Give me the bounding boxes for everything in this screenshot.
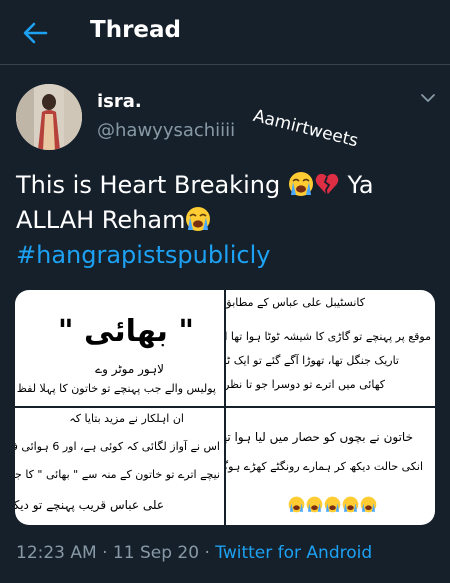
tweet-date[interactable]: 11 Sep 20 [113,543,199,563]
chevron-down-icon[interactable] [420,92,436,104]
media-image-4[interactable]: خاتون نے بچوں کو حصار میں لیا ہوا تھا ان… [226,408,435,525]
loudly-crying-face-emoji [306,496,323,513]
image4-line1: خاتون نے بچوں کو حصار میں لیا ہوا تھا [226,430,413,444]
image2-line1: کانسٹیبل علی عباس کے مطابق [226,296,365,309]
tweet-time[interactable]: 12:23 AM [16,543,97,563]
loudly-crying-face-emoji [186,207,211,231]
user-handle[interactable]: @hawyysachiiii [97,120,235,141]
media-image-3[interactable]: ان اہلکار نے مزید بتایا کہ اس نے آواز لگ… [15,408,224,525]
meta-separator: · [102,543,108,563]
tweet-line1-tail: Ya [347,171,374,199]
back-arrow-icon[interactable] [20,18,50,48]
client-app-link[interactable]: Twitter for Android [215,543,372,563]
image2-line2: موقع پر پہنچے تو گاڑی کا شیشہ ٹوٹا ہوا ت… [226,330,431,343]
broken-heart-emoji [315,173,339,196]
image3-line2: اس نے آواز لگائی کہ کوئی ہے، اور 6 ہوائی… [15,440,220,453]
tweet-line2: ALLAH Reham [16,206,186,234]
loudly-crying-face-emoji [288,496,305,513]
user-display-name[interactable]: isra. [97,91,142,112]
image1-line1: لاہور موٹر وے [95,362,164,376]
top-bar: Thread [0,0,450,65]
image4-line2: انکی حالت دیکھ کر ہمارے رونگٹے کھڑے ہوگئ… [226,460,423,473]
hashtag-link[interactable]: #hangrapistspublicly [16,241,270,269]
avatar[interactable] [16,84,82,150]
loudly-crying-face-emoji [288,172,313,196]
loudly-crying-face-emoji [360,496,377,513]
tweet-text: This is Heart Breaking Ya ALLAH Reham #h… [16,168,436,273]
media-grid: " بھائی " لاہور موٹر وے پولیس والے جب پہ… [15,290,435,525]
watermark-text: Aamirtweets [251,106,361,152]
image1-headline: " بھائی " [57,314,194,349]
image3-line4: علی عباس قریب پہنچے تو دیکھا۔ [15,498,164,512]
media-image-1[interactable]: " بھائی " لاہور موٹر وے پولیس والے جب پہ… [15,290,224,406]
loudly-crying-face-emoji [342,496,359,513]
tweet-line1: This is Heart Breaking [16,171,281,199]
loudly-crying-face-emoji [324,496,341,513]
image3-line1: ان اہلکار نے مزید بتایا کہ [69,412,184,425]
image1-line2: پولیس والے جب پہنچے تو خاتون کا پہلا لفظ [16,382,216,395]
image2-line4: کھائی میں اترے تو دوسرا جو تا نظر آیا۔ [226,378,385,391]
image3-line3: نیچے اترے تو خاتون کے منہ سے " بھائی " ک… [15,468,220,481]
crying-emoji-row [288,496,377,513]
page-title: Thread [90,17,181,43]
meta-separator: · [204,543,210,563]
tweet-meta: 12:23 AM · 11 Sep 20 · Twitter for Andro… [16,543,372,563]
media-image-2[interactable]: کانسٹیبل علی عباس کے مطابق موقع پر پہنچے… [226,290,435,406]
image2-line3: تاریک جنگل تھا، تھوڑا آگے گئے تو ایک ٹار… [226,354,399,367]
